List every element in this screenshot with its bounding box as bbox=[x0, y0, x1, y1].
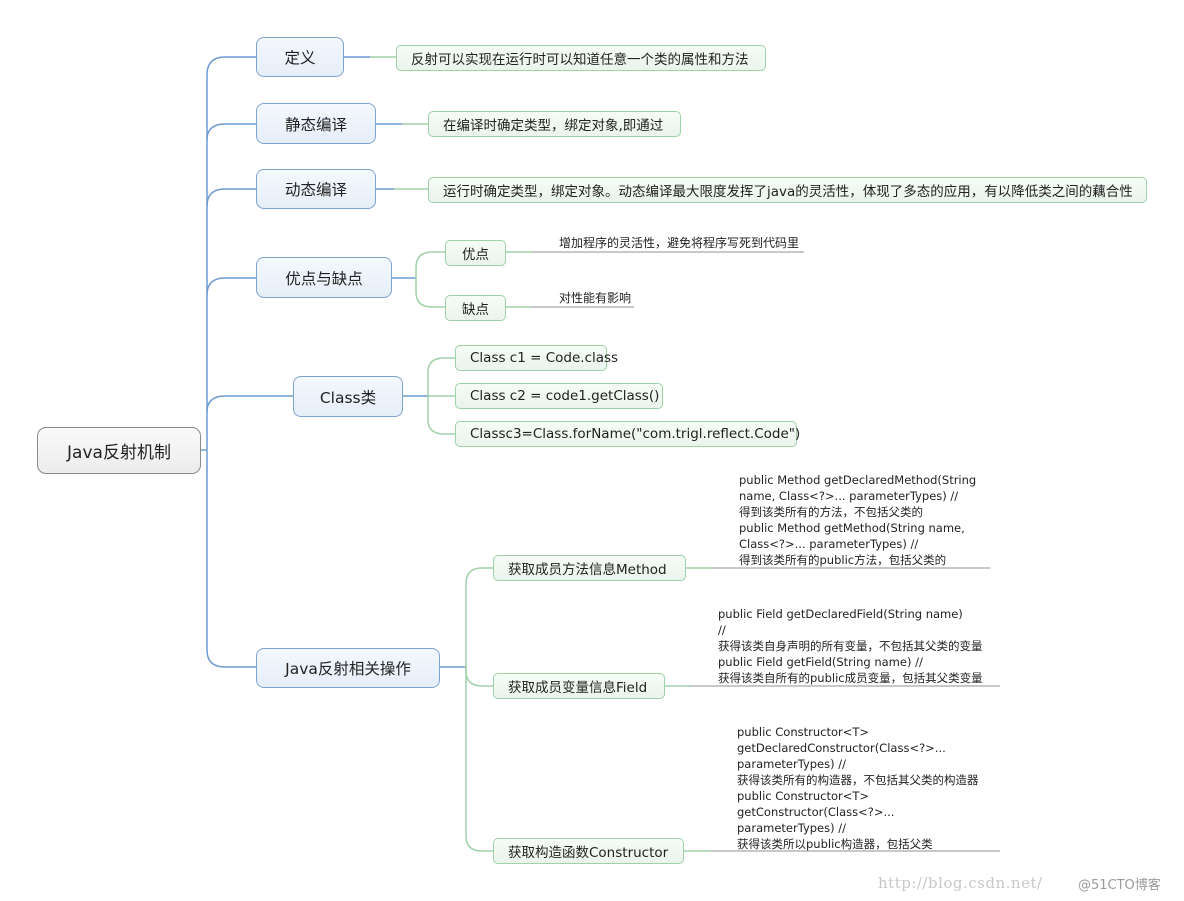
leaf-method[interactable]: 获取成员方法信息Method bbox=[493, 555, 686, 581]
branch-dynamic-compile[interactable]: 动态编译 bbox=[256, 169, 376, 209]
leaf-pros[interactable]: 优点 bbox=[445, 240, 506, 266]
connector-method bbox=[465, 567, 493, 667]
connector-field bbox=[465, 667, 493, 687]
connector-class-c3 bbox=[427, 396, 455, 435]
connector-constructor bbox=[465, 667, 493, 852]
leaf-constructor[interactable]: 获取构造函数Constructor bbox=[493, 838, 684, 864]
note-constructor: public Constructor<T> getDeclaredConstru… bbox=[737, 725, 979, 851]
leaf-class-c3[interactable]: Classc3=Class.forName("com.trigl.reflect… bbox=[455, 421, 800, 447]
note-cons: 对性能有影响 bbox=[559, 291, 632, 305]
branch-static-compile[interactable]: 静态编译 bbox=[256, 103, 376, 144]
watermark-url: http://blog.csdn.net/ bbox=[878, 874, 1043, 892]
connector-pros bbox=[415, 251, 445, 278]
connector-definition bbox=[206, 56, 256, 450]
leaf-cons[interactable]: 缺点 bbox=[445, 295, 506, 321]
leaf-field[interactable]: 获取成员变量信息Field bbox=[493, 673, 665, 699]
branch-reflection-ops[interactable]: Java反射相关操作 bbox=[256, 648, 440, 688]
watermark-brand: @51CTO博客 bbox=[1078, 878, 1161, 893]
connector-ops bbox=[206, 450, 256, 668]
leaf-class-c1[interactable]: Class c1 = Code.class bbox=[455, 345, 618, 371]
connector-proscons bbox=[206, 277, 256, 296]
branch-class[interactable]: Class类 bbox=[293, 376, 403, 417]
branch-pros-cons[interactable]: 优点与缺点 bbox=[256, 257, 392, 298]
root-label: Java反射机制 bbox=[67, 443, 171, 463]
leaf-class-c2[interactable]: Class c2 = code1.getClass() bbox=[455, 383, 663, 409]
root-node[interactable]: Java反射机制 bbox=[37, 427, 201, 474]
leaf-definition-text[interactable]: 反射可以实现在运行时可以知道任意一个类的属性和方法 bbox=[396, 45, 766, 71]
leaf-dynamic-text[interactable]: 运行时确定类型，绑定对象。动态编译最大限度发挥了java的灵活性，体现了多态的应… bbox=[428, 177, 1147, 203]
connector-cons bbox=[415, 278, 445, 308]
note-method: public Method getDeclaredMethod(String n… bbox=[739, 473, 977, 567]
connector-dynamic bbox=[206, 188, 256, 207]
connector-class bbox=[206, 395, 293, 413]
note-field: public Field getDeclaredField(String nam… bbox=[718, 607, 983, 685]
branch-definition[interactable]: 定义 bbox=[256, 37, 344, 77]
note-pros: 增加程序的灵活性，避免将程序写死到代码里 bbox=[559, 236, 800, 250]
leaf-static-text[interactable]: 在编译时确定类型，绑定对象,即通过 bbox=[428, 111, 681, 137]
connector-static bbox=[206, 123, 256, 141]
connector-class-c1 bbox=[427, 357, 455, 396]
